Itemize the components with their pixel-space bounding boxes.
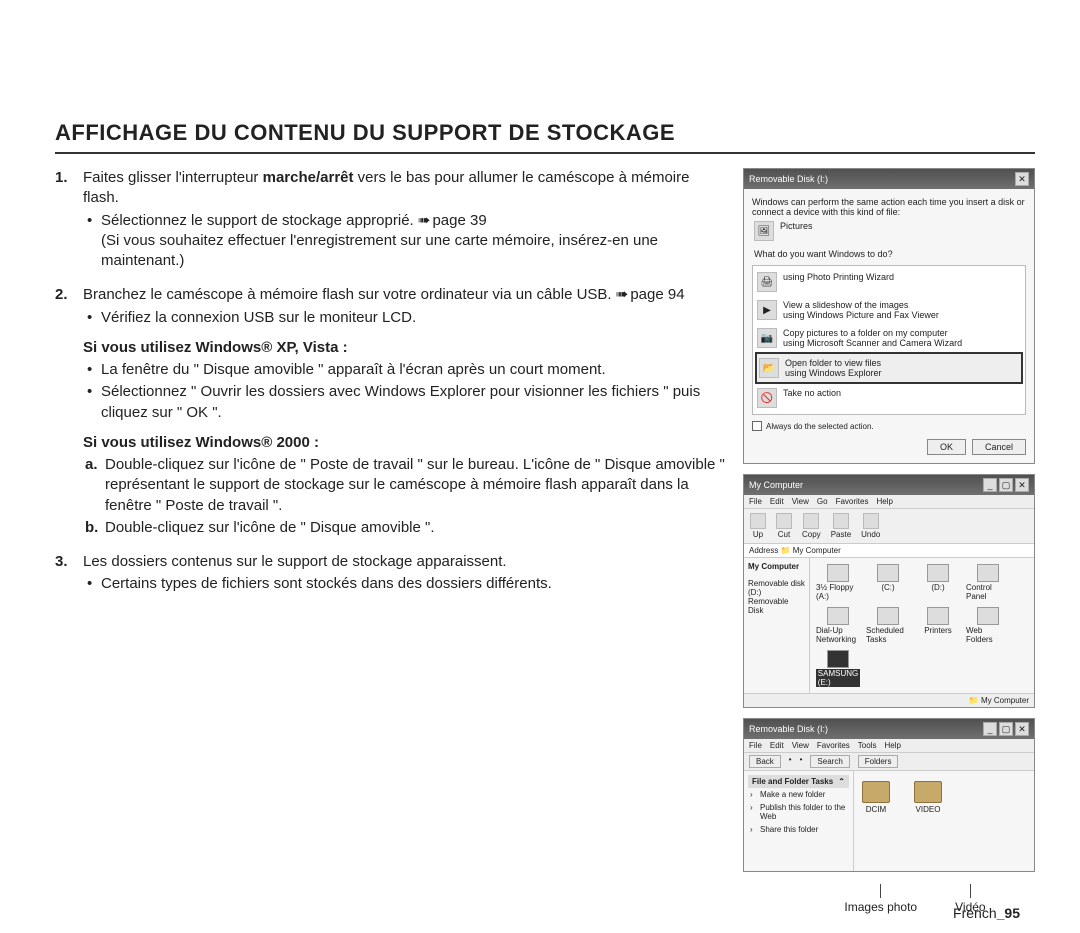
- noaction-icon: 🚫: [757, 388, 777, 408]
- option-noaction[interactable]: 🚫 Take no action: [755, 384, 1023, 412]
- printers[interactable]: Printers: [916, 607, 960, 644]
- folders-button: Folders: [858, 755, 899, 768]
- folder-open-icon: 📂: [759, 358, 779, 378]
- page-ref-icon: [616, 286, 631, 303]
- copy-icon: [803, 513, 819, 529]
- mycomputer-window: My Computer _ ▢ ✕ FileEditViewGoFavorite…: [743, 474, 1035, 708]
- folder-icon: [914, 781, 942, 803]
- maximize-icon[interactable]: ▢: [999, 722, 1013, 736]
- screenshots-column: Removable Disk (I:) ✕ Windows can perfor…: [743, 168, 1035, 914]
- w2000-a: a.Double-cliquez sur l'icône de " Poste …: [83, 455, 725, 516]
- drive-floppy[interactable]: 3½ Floppy (A:): [816, 564, 860, 601]
- xp-bullet-2: Sélectionnez " Ouvrir les dossiers avec …: [83, 382, 725, 423]
- up-icon: [750, 513, 766, 529]
- option-print[interactable]: 🖨 using Photo Printing Wizard: [755, 268, 1023, 296]
- menu-bar[interactable]: FileEditViewGoFavoritesHelp: [744, 495, 1034, 509]
- step-3: 3. Les dossiers contenus sur le support …: [55, 552, 725, 595]
- search-button: Search: [810, 755, 849, 768]
- step1-bullet: Sélectionnez le support de stockage appr…: [83, 211, 725, 272]
- back-button: Back: [749, 755, 781, 768]
- task-share[interactable]: Share this folder: [748, 823, 849, 836]
- toolbar[interactable]: Up Cut Copy Paste Undo: [744, 509, 1034, 544]
- task-publish[interactable]: Publish this folder to the Web: [748, 801, 849, 823]
- status-bar: 📁 My Computer: [744, 693, 1034, 707]
- dialog-question: What do you want Windows to do?: [754, 249, 1026, 259]
- option-open-folder[interactable]: 📂 Open folder to view filesusing Windows…: [755, 352, 1023, 384]
- w2000-b: b.Double-cliquez sur l'icône de " Disque…: [83, 518, 725, 538]
- folder-icon: [862, 781, 890, 803]
- subheading-2000: Si vous utilisez Windows® 2000 :: [83, 433, 725, 453]
- page-title: AFFICHAGE DU CONTENU DU SUPPORT DE STOCK…: [55, 120, 1035, 154]
- dialog-intro: Windows can perform the same action each…: [752, 197, 1026, 217]
- option-copy[interactable]: 📷 Copy pictures to a folder on my comput…: [755, 324, 1023, 352]
- close-icon[interactable]: ✕: [1015, 722, 1029, 736]
- web-folders[interactable]: Web Folders: [966, 607, 1010, 644]
- cancel-button[interactable]: Cancel: [972, 439, 1026, 455]
- tasks-header[interactable]: File and Folder Tasks⌃: [748, 775, 849, 788]
- control-panel[interactable]: Control Panel: [966, 564, 1010, 601]
- printer-icon: 🖨: [757, 272, 777, 292]
- page-footer: French_95: [953, 905, 1020, 921]
- drive-c[interactable]: (C:): [866, 564, 910, 601]
- step3-bullet: Certains types de fichiers sont stockés …: [83, 574, 725, 594]
- option-slideshow[interactable]: ▶ View a slideshow of the imagesusing Wi…: [755, 296, 1023, 324]
- step-2: 2. Branchez le caméscope à mémoire flash…: [55, 285, 725, 538]
- minimize-icon[interactable]: _: [983, 478, 997, 492]
- chevron-icon: ⌃: [838, 777, 845, 786]
- toolbar[interactable]: Back •• Search Folders: [744, 753, 1034, 771]
- camera-icon: 📷: [757, 328, 777, 348]
- ok-button[interactable]: OK: [927, 439, 966, 455]
- undo-icon: [863, 513, 879, 529]
- window-title: My Computer: [749, 480, 803, 490]
- autoplay-dialog: Removable Disk (I:) ✕ Windows can perfor…: [743, 168, 1035, 464]
- scheduled-tasks[interactable]: Scheduled Tasks: [866, 607, 910, 644]
- paste-icon: [833, 513, 849, 529]
- task-new-folder[interactable]: Make a new folder: [748, 788, 849, 801]
- menu-bar[interactable]: FileEditViewFavoritesToolsHelp: [744, 739, 1034, 753]
- always-checkbox[interactable]: Always do the selected action.: [752, 421, 1026, 431]
- address-bar[interactable]: Address 📁 My Computer: [744, 544, 1034, 558]
- step-1: 1. Faites glisser l'interrupteur marche/…: [55, 168, 725, 271]
- instructions-column: 1. Faites glisser l'interrupteur marche/…: [55, 168, 725, 914]
- maximize-icon[interactable]: ▢: [999, 478, 1013, 492]
- folder-video[interactable]: VIDEO: [914, 781, 942, 814]
- close-icon[interactable]: ✕: [1015, 478, 1029, 492]
- removable-window: Removable Disk (I:) _ ▢ ✕ FileEditViewFa…: [743, 718, 1035, 872]
- minimize-icon[interactable]: _: [983, 722, 997, 736]
- cut-icon: [776, 513, 792, 529]
- xp-bullet-1: La fenêtre du " Disque amovible " appara…: [83, 360, 725, 380]
- page-ref-icon: [418, 212, 433, 229]
- step2-bullet: Vérifiez la connexion USB sur le moniteu…: [83, 308, 725, 328]
- picture-icon: 🖼: [754, 221, 774, 241]
- drive-d[interactable]: (D:): [916, 564, 960, 601]
- folder-dcim[interactable]: DCIM: [862, 781, 890, 814]
- subheading-xp: Si vous utilisez Windows® XP, Vista :: [83, 338, 725, 358]
- drive-samsung[interactable]: SAMSUNG (E:): [816, 650, 860, 687]
- slideshow-icon: ▶: [757, 300, 777, 320]
- dialup[interactable]: Dial-Up Networking: [816, 607, 860, 644]
- close-icon[interactable]: ✕: [1015, 172, 1029, 186]
- dialog-title: Removable Disk (I:): [749, 174, 828, 184]
- window-title: Removable Disk (I:): [749, 724, 828, 734]
